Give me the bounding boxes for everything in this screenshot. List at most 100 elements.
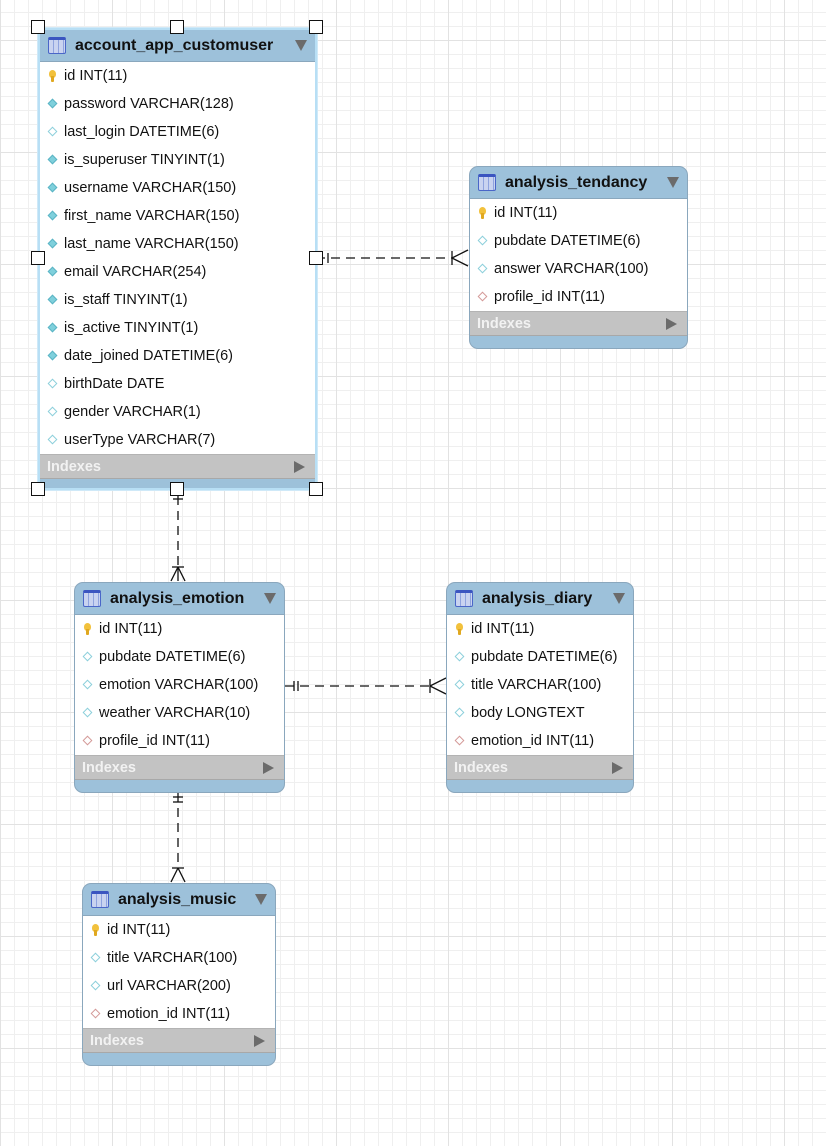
table-analysis-emotion[interactable]: analysis_emotion id INT(11) pubdate DATET…	[74, 582, 285, 793]
foreign-key-icon	[454, 735, 466, 747]
column-list: id INT(11) title VARCHAR(100) url VARCHAR(…	[83, 916, 275, 1028]
column-row[interactable]: id INT(11)	[470, 199, 687, 227]
column-row[interactable]: birthDate DATE	[40, 370, 315, 398]
column-name: password VARCHAR(128)	[64, 96, 234, 112]
primary-key-icon	[90, 924, 102, 936]
column-row[interactable]: gender VARCHAR(1)	[40, 398, 315, 426]
relationship-emotion-music[interactable]	[170, 793, 186, 883]
table-header[interactable]: account_app_customuser	[40, 30, 315, 62]
column-row[interactable]: password VARCHAR(128)	[40, 90, 315, 118]
column-row[interactable]: is_active TINYINT(1)	[40, 314, 315, 342]
expand-arrow-icon[interactable]	[294, 460, 305, 473]
column-name: title VARCHAR(100)	[471, 677, 602, 693]
nullable-column-icon	[454, 651, 466, 663]
expand-arrow-icon[interactable]	[263, 761, 274, 774]
column-row[interactable]: answer VARCHAR(100)	[470, 255, 687, 283]
resize-handle-top[interactable]	[170, 20, 184, 34]
resize-handle-left[interactable]	[31, 251, 45, 265]
column-row[interactable]: username VARCHAR(150)	[40, 174, 315, 202]
table-header[interactable]: analysis_music	[83, 884, 275, 916]
resize-handle-top-right[interactable]	[309, 20, 323, 34]
expand-arrow-icon[interactable]	[254, 1034, 265, 1047]
relationship-emotion-diary[interactable]	[285, 677, 447, 695]
collapse-arrow-icon[interactable]	[264, 593, 276, 604]
column-row[interactable]: email VARCHAR(254)	[40, 258, 315, 286]
indexes-section[interactable]: Indexes	[83, 1028, 275, 1053]
indexes-section[interactable]: Indexes	[470, 311, 687, 336]
column-row[interactable]: title VARCHAR(100)	[447, 671, 633, 699]
column-row[interactable]: id INT(11)	[40, 62, 315, 90]
resize-handle-bottom[interactable]	[170, 482, 184, 496]
column-name: weather VARCHAR(10)	[99, 705, 251, 721]
foreign-key-icon	[82, 735, 94, 747]
column-row[interactable]: is_superuser TINYINT(1)	[40, 146, 315, 174]
table-header[interactable]: analysis_tendancy	[470, 167, 687, 199]
column-name: is_staff TINYINT(1)	[64, 292, 188, 308]
column-row[interactable]: pubdate DATETIME(6)	[470, 227, 687, 255]
column-name: id INT(11)	[99, 621, 163, 637]
nullable-column-icon	[454, 707, 466, 719]
relationship-customuser-tendancy[interactable]	[316, 249, 469, 267]
table-header[interactable]: analysis_emotion	[75, 583, 284, 615]
nullable-column-icon	[82, 651, 94, 663]
column-row[interactable]: is_staff TINYINT(1)	[40, 286, 315, 314]
column-row[interactable]: title VARCHAR(100)	[83, 944, 275, 972]
table-header[interactable]: analysis_diary	[447, 583, 633, 615]
nullable-column-icon	[90, 980, 102, 992]
column-row[interactable]: date_joined DATETIME(6)	[40, 342, 315, 370]
column-row[interactable]: url VARCHAR(200)	[83, 972, 275, 1000]
primary-key-icon	[47, 70, 59, 82]
column-row[interactable]: first_name VARCHAR(150)	[40, 202, 315, 230]
column-row[interactable]: profile_id INT(11)	[470, 283, 687, 311]
column-row[interactable]: id INT(11)	[75, 615, 284, 643]
table-account-app-customuser[interactable]: account_app_customuser id INT(11) passwor…	[38, 28, 317, 490]
table-analysis-music[interactable]: analysis_music id INT(11) title VARCHAR(1…	[82, 883, 276, 1066]
column-name: url VARCHAR(200)	[107, 978, 231, 994]
resize-handle-bottom-right[interactable]	[309, 482, 323, 496]
table-name: analysis_music	[118, 890, 237, 908]
column-row[interactable]: id INT(11)	[447, 615, 633, 643]
collapse-arrow-icon[interactable]	[667, 177, 679, 188]
column-name: date_joined DATETIME(6)	[64, 348, 233, 364]
column-row[interactable]: id INT(11)	[83, 916, 275, 944]
nullable-column-icon	[82, 679, 94, 691]
not-null-column-icon	[47, 350, 59, 362]
column-row[interactable]: userType VARCHAR(7)	[40, 426, 315, 454]
column-name: is_superuser TINYINT(1)	[64, 152, 225, 168]
indexes-section[interactable]: Indexes	[75, 755, 284, 780]
column-row[interactable]: profile_id INT(11)	[75, 727, 284, 755]
column-name: first_name VARCHAR(150)	[64, 208, 240, 224]
primary-key-icon	[477, 207, 489, 219]
column-row[interactable]: last_login DATETIME(6)	[40, 118, 315, 146]
table-analysis-tendancy[interactable]: analysis_tendancy id INT(11) pubdate DATE…	[469, 166, 688, 349]
resize-handle-top-left[interactable]	[31, 20, 45, 34]
expand-arrow-icon[interactable]	[612, 761, 623, 774]
table-icon	[91, 891, 109, 908]
nullable-column-icon	[477, 263, 489, 275]
column-name: email VARCHAR(254)	[64, 264, 207, 280]
column-row[interactable]: emotion VARCHAR(100)	[75, 671, 284, 699]
expand-arrow-icon[interactable]	[666, 317, 677, 330]
column-row[interactable]: emotion_id INT(11)	[83, 1000, 275, 1028]
collapse-arrow-icon[interactable]	[613, 593, 625, 604]
resize-handle-right[interactable]	[309, 251, 323, 265]
nullable-column-icon	[90, 952, 102, 964]
indexes-section[interactable]: Indexes	[40, 454, 315, 479]
indexes-label: Indexes	[477, 315, 531, 332]
primary-key-icon	[82, 623, 94, 635]
relationship-customuser-emotion[interactable]	[170, 496, 186, 582]
column-name: profile_id INT(11)	[99, 733, 210, 749]
table-analysis-diary[interactable]: analysis_diary id INT(11) pubdate DATETIM…	[446, 582, 634, 793]
column-row[interactable]: body LONGTEXT	[447, 699, 633, 727]
column-row[interactable]: weather VARCHAR(10)	[75, 699, 284, 727]
column-row[interactable]: pubdate DATETIME(6)	[447, 643, 633, 671]
nullable-column-icon	[47, 406, 59, 418]
column-row[interactable]: pubdate DATETIME(6)	[75, 643, 284, 671]
column-row[interactable]: last_name VARCHAR(150)	[40, 230, 315, 258]
collapse-arrow-icon[interactable]	[255, 894, 267, 905]
column-row[interactable]: emotion_id INT(11)	[447, 727, 633, 755]
resize-handle-bottom-left[interactable]	[31, 482, 45, 496]
indexes-section[interactable]: Indexes	[447, 755, 633, 780]
collapse-arrow-icon[interactable]	[295, 40, 307, 51]
column-list: id INT(11) password VARCHAR(128) last_logi…	[40, 62, 315, 454]
